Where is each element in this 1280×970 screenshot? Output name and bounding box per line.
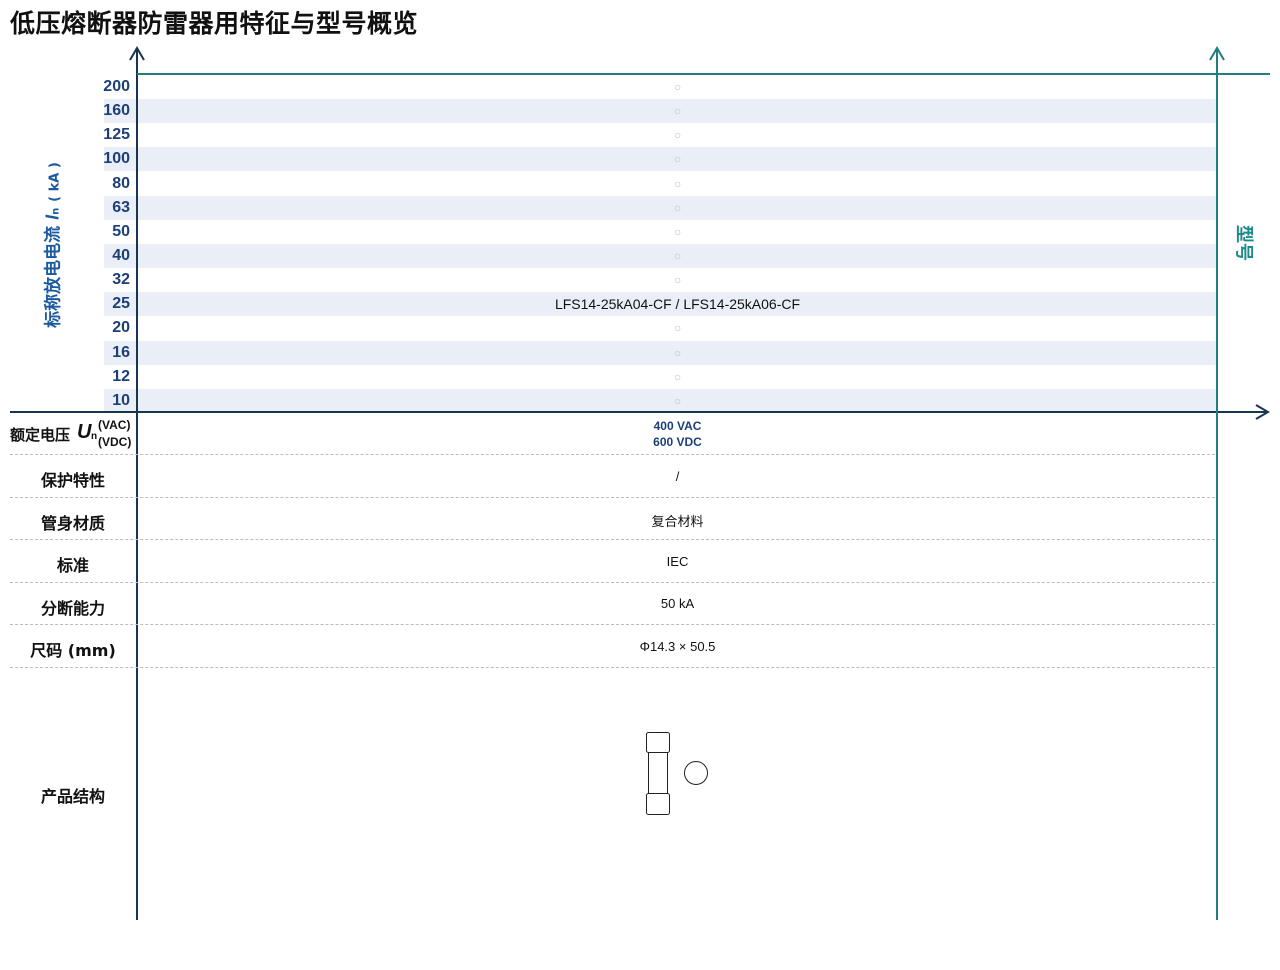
prop-value-standard: IEC xyxy=(666,554,689,569)
row-divider xyxy=(10,454,1215,455)
prop-label-protection: 保护特性 xyxy=(40,471,105,490)
row-divider xyxy=(10,624,1215,625)
prop-label-material: 管身材质 xyxy=(40,514,105,533)
y-axis-label-text: 标称放电电流 xyxy=(43,225,64,328)
row-divider xyxy=(10,667,1215,668)
prop-label-standard: 标准 xyxy=(56,556,89,575)
rated-voltage-vdc: 600 VDC xyxy=(653,435,702,449)
y-axis-unit: ( kA ) xyxy=(47,162,63,202)
rated-voltage-vac: 400 VAC xyxy=(653,419,702,433)
prop-label-breaking: 分断能力 xyxy=(40,599,105,618)
prop-value-material: 复合材料 xyxy=(651,514,704,529)
row-divider xyxy=(10,582,1215,583)
rated-voltage-symbol: U xyxy=(77,421,92,443)
prop-value-protection: / xyxy=(675,469,680,484)
fuse-icon xyxy=(646,732,708,815)
model-axis-label: 型号 xyxy=(1233,225,1254,261)
prop-value-size: Φ14.3 × 50.5 xyxy=(639,639,716,654)
row-divider xyxy=(10,539,1215,540)
prop-value-breaking: 50 kA xyxy=(660,596,695,611)
axes xyxy=(10,46,1270,920)
y-axis-label: 标称放电电流 In ( kA ) xyxy=(39,162,64,328)
prop-label-size: 尺码 (mm) xyxy=(30,641,116,660)
y-axis-symbol: I xyxy=(42,214,63,220)
rated-voltage-text: 额定电压 xyxy=(10,426,71,444)
y-axis-subscript: n xyxy=(50,207,62,215)
rated-voltage-subscript: n xyxy=(91,431,98,442)
rated-voltage-unit-vdc: (VDC) xyxy=(98,435,132,449)
row-divider xyxy=(10,497,1215,498)
prop-label-structure: 产品结构 xyxy=(40,787,105,806)
rated-voltage-unit-vac: (VAC) xyxy=(98,418,131,432)
